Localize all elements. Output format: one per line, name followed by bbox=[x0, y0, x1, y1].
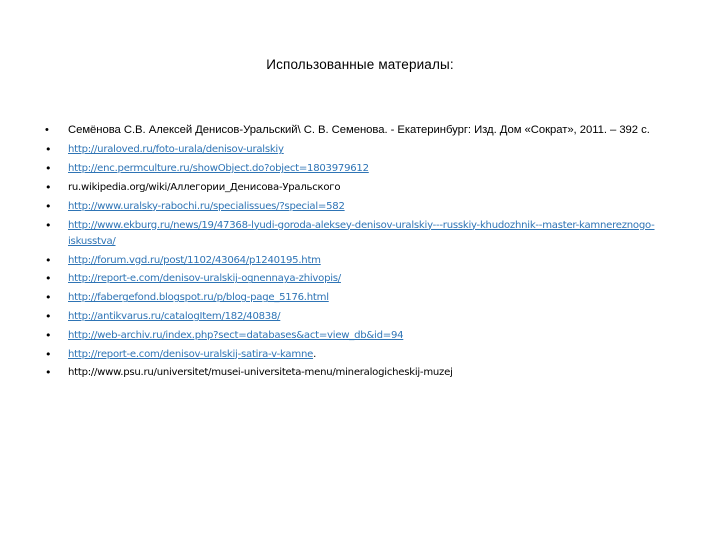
list-item: http://www.psu.ru/universitet/musei-univ… bbox=[40, 365, 685, 382]
reference-plain-url: ru.wikipedia.org/wiki/Аллегории_Денисова… bbox=[68, 182, 341, 193]
slide-canvas: Использованные материалы: Семёнова С.В. … bbox=[0, 0, 720, 540]
list-item[interactable]: http://www.ekburg.ru/news/19/47368-lyudi… bbox=[40, 218, 685, 251]
reference-plain-url: http://www.psu.ru/universitet/musei-univ… bbox=[68, 367, 453, 379]
reference-link[interactable]: http://www.uralsky-rabochi.ru/specialiss… bbox=[68, 201, 345, 212]
list-item[interactable]: http://report-e.com/denisov-uralskij-sat… bbox=[40, 347, 685, 364]
reference-link[interactable]: http://fabergefond.blogspot.ru/p/blog-pa… bbox=[68, 292, 329, 303]
reference-link[interactable]: http://forum.vgd.ru/post/1102/43064/p124… bbox=[68, 255, 321, 266]
list-item[interactable]: http://enc.permculture.ru/showObject.do?… bbox=[40, 161, 685, 178]
reference-link[interactable]: http://web-archiv.ru/index.php?sect=data… bbox=[68, 330, 404, 341]
trailing-punctuation: . bbox=[313, 348, 317, 360]
reference-text: Семёнова С.В. Алексей Денисов-Уральский\… bbox=[68, 124, 650, 136]
list-item[interactable]: http://web-archiv.ru/index.php?sect=data… bbox=[40, 328, 685, 345]
list-item[interactable]: http://report-e.com/denisov-uralskij-ogn… bbox=[40, 271, 685, 288]
reference-link[interactable]: http://antikvarus.ru/catalogItem/182/408… bbox=[68, 311, 281, 322]
page-title: Использованные материалы: bbox=[266, 57, 454, 72]
list-item[interactable]: http://forum.vgd.ru/post/1102/43064/p124… bbox=[40, 253, 685, 270]
list-item[interactable]: http://uraloved.ru/foto-urala/denisov-ur… bbox=[40, 142, 685, 159]
reference-link[interactable]: http://enc.permculture.ru/showObject.do?… bbox=[68, 163, 369, 174]
reference-link[interactable]: http://uraloved.ru/foto-urala/denisov-ur… bbox=[68, 144, 284, 155]
references-list: Семёнова С.В. Алексей Денисов-Уральский\… bbox=[40, 122, 685, 384]
reference-link[interactable]: http://www.ekburg.ru/news/19/47368-lyudi… bbox=[68, 220, 655, 247]
list-item: Семёнова С.В. Алексей Денисов-Уральский\… bbox=[40, 122, 685, 139]
list-item: ru.wikipedia.org/wiki/Аллегории_Денисова… bbox=[40, 180, 685, 197]
list-item[interactable]: http://www.uralsky-rabochi.ru/specialiss… bbox=[40, 199, 685, 216]
list-item[interactable]: http://antikvarus.ru/catalogItem/182/408… bbox=[40, 309, 685, 326]
reference-link[interactable]: http://report-e.com/denisov-uralskij-sat… bbox=[68, 349, 313, 360]
list-item[interactable]: http://fabergefond.blogspot.ru/p/blog-pa… bbox=[40, 290, 685, 307]
reference-link[interactable]: http://report-e.com/denisov-uralskij-ogn… bbox=[68, 273, 341, 284]
